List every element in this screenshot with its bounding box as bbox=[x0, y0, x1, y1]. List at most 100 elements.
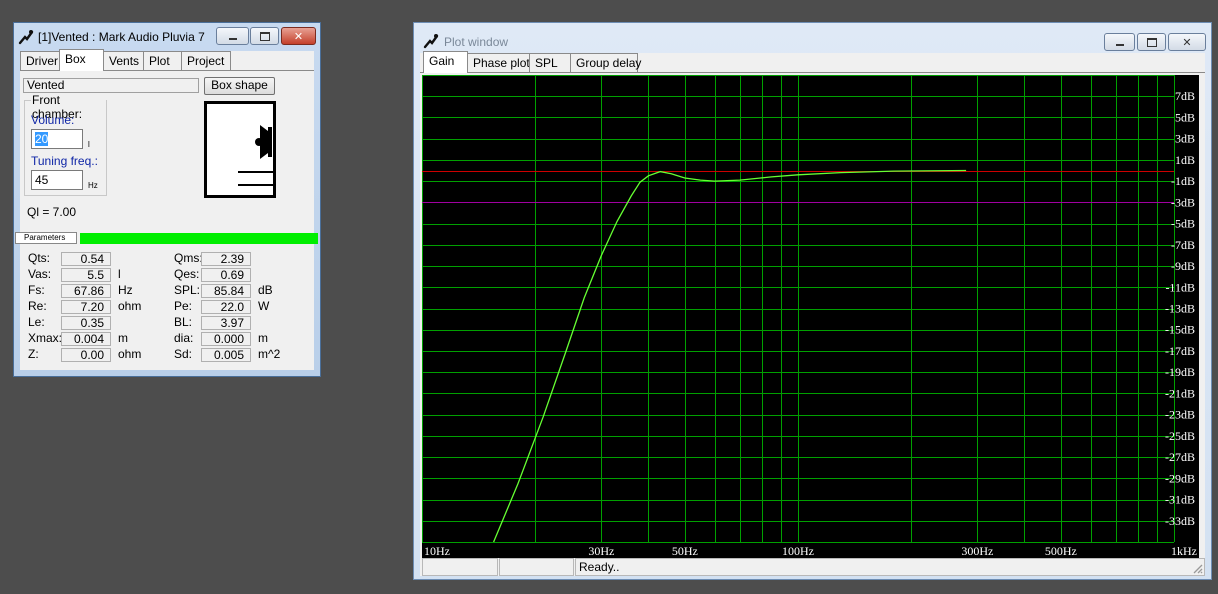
param-label: BL: bbox=[174, 315, 193, 329]
tab-box[interactable]: Box bbox=[59, 49, 104, 71]
param-value[interactable]: 0.005 bbox=[201, 348, 251, 362]
param-value[interactable]: 0.35 bbox=[61, 316, 111, 330]
gain-curve bbox=[493, 169, 967, 543]
param-label: dia: bbox=[174, 331, 194, 345]
maximize-button[interactable] bbox=[250, 27, 279, 45]
close-button[interactable]: ✕ bbox=[1168, 33, 1206, 51]
param-unit: l bbox=[118, 267, 121, 281]
y-tick-label: -13dB bbox=[1165, 302, 1195, 316]
box-window-client: Driver Box Vents Plot Project Vented Box… bbox=[15, 49, 318, 370]
param-unit: ohm bbox=[118, 299, 142, 313]
tab-vents[interactable]: Vents bbox=[103, 51, 144, 70]
param-value[interactable]: 0.004 bbox=[61, 332, 111, 346]
y-tick-label: -31dB bbox=[1165, 493, 1195, 507]
plot-window-client: Gain Phase plot SPL Group delay 7dB 5dB 3d… bbox=[420, 51, 1205, 576]
x-tick-label: 300Hz bbox=[961, 544, 993, 558]
y-tick-label: -27dB bbox=[1165, 450, 1195, 464]
plot-window-titlebar[interactable]: Plot window ✕ bbox=[414, 23, 1211, 51]
tab-panel-divider bbox=[420, 72, 1205, 73]
plot-window-title: Plot window bbox=[444, 35, 509, 49]
parameters-bar bbox=[80, 233, 318, 244]
status-text: Ready.. bbox=[575, 558, 1205, 576]
close-button[interactable]: ✕ bbox=[281, 27, 316, 45]
tab-phase-plot[interactable]: Phase plot bbox=[467, 53, 530, 72]
param-label: Le: bbox=[28, 315, 45, 329]
param-unit: ohm bbox=[118, 347, 142, 361]
param-label: Xmax: bbox=[28, 331, 63, 345]
tab-gain[interactable]: Gain bbox=[423, 51, 468, 73]
resize-grip-icon[interactable] bbox=[1191, 562, 1203, 574]
box-window-title: [1]Vented : Mark Audio Pluvia 7 bbox=[38, 30, 205, 44]
box-window-titlebar[interactable]: [1]Vented : Mark Audio Pluvia 7 ✕ bbox=[14, 23, 320, 51]
tab-project[interactable]: Project bbox=[181, 51, 231, 70]
param-unit: Hz bbox=[118, 283, 133, 297]
param-label: Qms: bbox=[174, 251, 203, 265]
y-tick-label: -29dB bbox=[1165, 471, 1195, 485]
param-label: Qts: bbox=[28, 251, 51, 265]
volume-input[interactable]: 20 bbox=[31, 129, 83, 149]
param-value[interactable]: 85.84 bbox=[201, 284, 251, 298]
minimize-button[interactable] bbox=[1104, 33, 1135, 51]
tuning-freq-label: Tuning freq.: bbox=[31, 154, 98, 168]
volume-unit: l bbox=[88, 140, 90, 149]
param-unit: m bbox=[118, 331, 128, 345]
box-type-field[interactable]: Vented bbox=[23, 78, 199, 93]
y-tick-label: -5dB bbox=[1171, 217, 1195, 231]
param-unit: W bbox=[258, 299, 270, 313]
param-unit: m bbox=[258, 331, 268, 345]
close-icon: ✕ bbox=[293, 29, 304, 43]
box-window-tabs: Driver Box Vents Plot Project bbox=[20, 49, 314, 71]
y-tick-label: 3dB bbox=[1175, 132, 1195, 146]
tab-driver[interactable]: Driver bbox=[20, 51, 60, 70]
parameters-tab[interactable]: Parameters bbox=[15, 232, 77, 244]
tab-group-delay[interactable]: Group delay bbox=[570, 53, 641, 72]
ql-value: Ql = 7.00 bbox=[27, 205, 77, 219]
status-bar: Ready.. bbox=[420, 558, 1205, 576]
param-label: Z: bbox=[28, 347, 39, 361]
minimize-button[interactable] bbox=[216, 27, 249, 45]
maximize-icon bbox=[1146, 37, 1157, 47]
tuning-freq-unit: Hz bbox=[88, 181, 98, 190]
tuning-freq-input[interactable]: 45 bbox=[31, 170, 83, 190]
maximize-icon bbox=[259, 31, 270, 41]
param-label: Vas: bbox=[28, 267, 52, 281]
param-value[interactable]: 0.54 bbox=[61, 252, 111, 266]
x-tick-label: 10Hz bbox=[424, 544, 450, 558]
y-tick-label: -33dB bbox=[1165, 514, 1195, 528]
volume-label: Volume: bbox=[31, 113, 75, 127]
minimize-icon bbox=[1115, 43, 1124, 46]
maximize-button[interactable] bbox=[1137, 33, 1166, 51]
y-tick-label: 5dB bbox=[1175, 110, 1195, 124]
box-shape-button[interactable]: Box shape bbox=[204, 77, 275, 95]
y-tick-label: 7dB bbox=[1175, 89, 1195, 103]
param-value[interactable]: 67.86 bbox=[61, 284, 111, 298]
close-icon: ✕ bbox=[1182, 35, 1192, 49]
param-value[interactable]: 0.69 bbox=[201, 268, 251, 282]
x-tick-label: 50Hz bbox=[672, 544, 698, 558]
box-shape-preview bbox=[204, 101, 276, 198]
y-tick-label: -23dB bbox=[1165, 408, 1195, 422]
status-cell-2 bbox=[499, 558, 574, 576]
param-value[interactable]: 7.20 bbox=[61, 300, 111, 314]
param-value[interactable]: 0.000 bbox=[201, 332, 251, 346]
param-label: Sd: bbox=[174, 347, 193, 361]
tab-plot[interactable]: Plot bbox=[143, 51, 182, 70]
param-label: Re: bbox=[28, 299, 47, 313]
param-value[interactable]: 22.0 bbox=[201, 300, 251, 314]
param-value[interactable]: 5.5 bbox=[61, 268, 111, 282]
x-tick-label: 1kHz bbox=[1171, 544, 1197, 558]
y-tick-label: -17dB bbox=[1165, 344, 1195, 358]
gain-plot[interactable]: 7dB 5dB 3dB 1dB -1dB -3dB -5dB -7dB -9dB -11dB -13… bbox=[422, 75, 1199, 558]
status-cell-1 bbox=[422, 558, 498, 576]
param-value[interactable]: 0.00 bbox=[61, 348, 111, 362]
tab-spl[interactable]: SPL bbox=[529, 53, 571, 72]
x-tick-label: 30Hz bbox=[588, 544, 614, 558]
plot-window: Plot window ✕ Gain Phase plot SPL Group … bbox=[413, 22, 1212, 580]
y-tick-label: -25dB bbox=[1165, 429, 1195, 443]
param-value[interactable]: 2.39 bbox=[201, 252, 251, 266]
param-value[interactable]: 3.97 bbox=[201, 316, 251, 330]
param-unit: m^2 bbox=[258, 347, 281, 361]
y-tick-label: -1dB bbox=[1171, 174, 1195, 188]
x-tick-label: 500Hz bbox=[1045, 544, 1077, 558]
param-unit: dB bbox=[258, 283, 273, 297]
